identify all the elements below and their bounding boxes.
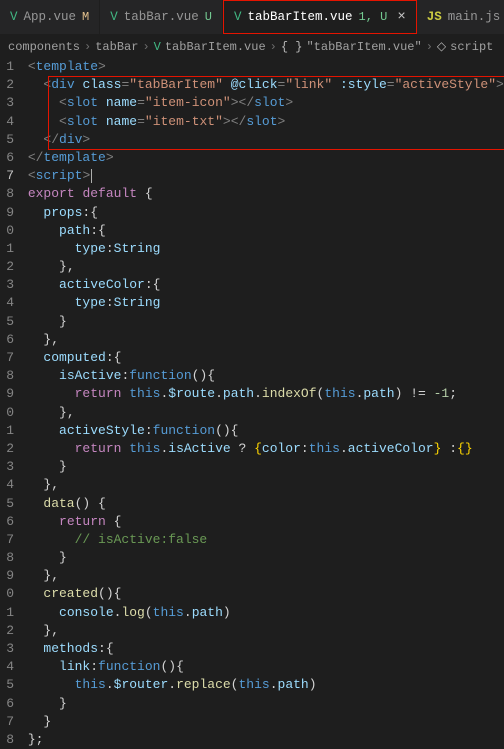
text-cursor: [91, 169, 92, 183]
tab-tabbaritem-vue[interactable]: V tabBarItem.vue 1, U ×: [223, 0, 417, 34]
symbol-icon: ◇: [437, 39, 446, 54]
breadcrumb-seg[interactable]: tabBar: [95, 40, 138, 54]
tab-status: U: [205, 10, 212, 24]
tab-status: M: [82, 10, 89, 24]
code-content[interactable]: <template> <div class="tabBarItem" @clic…: [20, 58, 504, 749]
chevron-right-icon: ›: [142, 40, 149, 54]
chevron-right-icon: ›: [426, 40, 433, 54]
tab-tabbar-vue[interactable]: V tabBar.vue U: [100, 0, 223, 34]
code-editor[interactable]: 12345678901234567890123456789012345678 <…: [0, 58, 504, 749]
breadcrumb-seg[interactable]: script: [450, 40, 493, 54]
tab-status: 1, U: [359, 10, 388, 24]
tab-label: main.js: [448, 10, 501, 24]
vue-icon: V: [234, 10, 242, 24]
breadcrumb-seg[interactable]: "tabBarItem.vue": [306, 40, 421, 54]
chevron-right-icon: ›: [270, 40, 277, 54]
line-gutter: 12345678901234567890123456789012345678: [0, 58, 20, 749]
tab-main-js[interactable]: JS main.js M: [417, 0, 504, 34]
chevron-right-icon: ›: [84, 40, 91, 54]
breadcrumb-seg[interactable]: components: [8, 40, 80, 54]
js-icon: JS: [427, 10, 442, 24]
tab-label: tabBar.vue: [124, 10, 199, 24]
tab-label: tabBarItem.vue: [247, 10, 352, 24]
vue-icon: V: [110, 10, 118, 24]
editor-tabs: V App.vue M V tabBar.vue U V tabBarItem.…: [0, 0, 504, 35]
breadcrumb-seg[interactable]: tabBarItem.vue: [165, 40, 266, 54]
tab-label: App.vue: [24, 10, 77, 24]
braces-icon: { }: [281, 40, 303, 54]
vue-icon: V: [10, 10, 18, 24]
breadcrumb: components › tabBar › V tabBarItem.vue ›…: [0, 35, 504, 58]
tab-app-vue[interactable]: V App.vue M: [0, 0, 100, 34]
vue-icon: V: [154, 40, 161, 54]
close-icon[interactable]: ×: [397, 9, 405, 25]
